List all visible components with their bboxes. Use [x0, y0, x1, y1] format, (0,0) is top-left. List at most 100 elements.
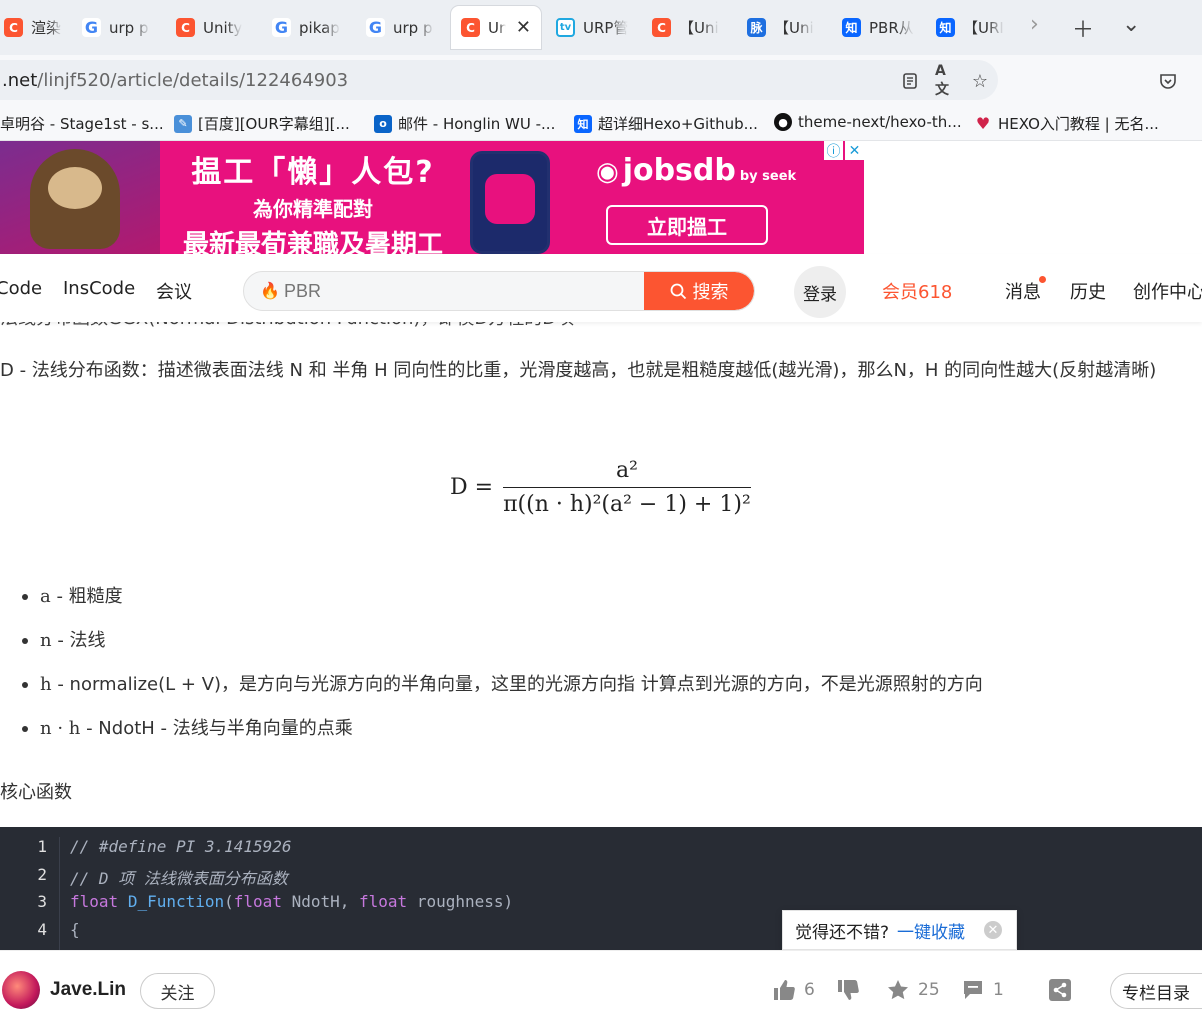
- like-button[interactable]: 6: [772, 978, 815, 1002]
- reader-mode-icon[interactable]: [900, 71, 920, 91]
- address-bar[interactable]: .net/linjf520/article/details/122464903: [0, 60, 998, 100]
- bookmark-item[interactable]: 卓明谷 - Stage1st - s...: [0, 113, 164, 134]
- tab-scroll-right-icon[interactable]: ›: [1030, 12, 1039, 37]
- tab-title: 【URI: [963, 19, 1004, 37]
- code-keyword: float: [233, 892, 282, 911]
- line-number: 1: [37, 837, 47, 856]
- github-icon: ●: [774, 113, 792, 131]
- bookmark-item[interactable]: ✎ [百度][OUR字幕组][...: [174, 113, 350, 134]
- follow-button[interactable]: 关注: [140, 973, 215, 1009]
- google-icon: G: [272, 18, 291, 37]
- maimai-icon: 脉: [747, 18, 766, 37]
- tab-title: 渲染务: [31, 19, 62, 37]
- formula-fraction: a² π((n · h)²(a² − 1) + 1)²: [503, 458, 751, 517]
- line-number: 2: [37, 864, 47, 884]
- browser-tab[interactable]: C Unity: [166, 6, 256, 49]
- bookmark-label: theme-next/hexo-th...: [798, 113, 962, 131]
- messages-link[interactable]: 消息: [1005, 278, 1041, 304]
- ad-close-icon[interactable]: ✕: [845, 141, 864, 160]
- code-token: (: [224, 892, 234, 911]
- ad-info-icon[interactable]: ⓘ: [824, 141, 843, 160]
- tab-list-chevron-icon[interactable]: ⌄: [1122, 12, 1140, 37]
- author-name[interactable]: Jave.Lin: [50, 979, 126, 1001]
- vip-link[interactable]: 会员618: [882, 278, 952, 304]
- pocket-icon[interactable]: [1158, 71, 1178, 91]
- browser-tab[interactable]: C 【Uni: [642, 6, 734, 49]
- browser-tab[interactable]: 知 【URI: [926, 6, 1018, 49]
- symbol: n · h: [40, 718, 81, 739]
- bookmark-label: 邮件 - Honglin WU -...: [398, 115, 556, 133]
- csdn-icon: C: [461, 18, 480, 37]
- browser-tab[interactable]: G urp pi: [72, 6, 160, 49]
- search-button-label: 搜索: [692, 282, 729, 303]
- code-line: // D 项 法线微表面分布函数: [70, 868, 288, 888]
- bookmark-item[interactable]: ● theme-next/hexo-th...: [774, 113, 962, 131]
- translate-icon[interactable]: A文: [935, 63, 955, 98]
- article-body: 法线分布函数GGX(Normal Distribution Function)，…: [0, 300, 1202, 828]
- comment-button[interactable]: 1: [961, 978, 1004, 1002]
- formula-numerator: a²: [615, 458, 638, 483]
- search-input[interactable]: [284, 272, 644, 310]
- symbol-desc: - NdotH - 法线与半角向量的点乘: [80, 718, 353, 739]
- browser-tab-active[interactable]: C Uni ✕: [451, 6, 541, 49]
- search-button[interactable]: 搜索: [644, 272, 754, 310]
- new-tab-icon[interactable]: ＋: [1072, 12, 1094, 44]
- browser-tab[interactable]: G pikap: [262, 6, 350, 49]
- tab-title: Uni: [488, 18, 506, 37]
- bookmark-item[interactable]: o 邮件 - Honglin WU -...: [374, 113, 555, 134]
- ad-brand: ◉ jobsdb by seek: [596, 153, 796, 188]
- nav-code[interactable]: Code: [0, 278, 42, 299]
- url-host: .net: [2, 69, 38, 91]
- browser-tab[interactable]: tv URP管: [546, 6, 638, 49]
- tab-title: Unity: [203, 18, 243, 37]
- code-line: {: [70, 919, 80, 939]
- history-link[interactable]: 历史: [1070, 278, 1106, 304]
- avatar[interactable]: [2, 971, 40, 1009]
- csdn-icon: C: [4, 18, 23, 37]
- bookmarks-bar: 卓明谷 - Stage1st - s... ✎ [百度][OUR字幕组][...…: [0, 107, 1202, 141]
- list-item: n · h - NdotH - 法线与半角向量的点乘: [22, 712, 983, 756]
- nav-meeting[interactable]: 会议: [156, 278, 192, 304]
- ad-brand-sub: by seek: [739, 169, 797, 184]
- favorite-star-icon[interactable]: ☆: [970, 71, 990, 92]
- thumbs-down-icon: [838, 980, 859, 1000]
- ad-tagline: 最新最荀兼職及暑期工: [182, 230, 443, 254]
- ad-cta-button[interactable]: 立即搵工: [606, 205, 768, 245]
- nav-inscode[interactable]: InsCode: [63, 278, 135, 299]
- url-path: /linjf520/article/details/122464903: [37, 69, 349, 91]
- bookmark-item[interactable]: 知 超详细Hexo+Github...: [574, 113, 758, 134]
- dislike-button[interactable]: [836, 978, 860, 1002]
- one-click-collect-link[interactable]: 一键收藏: [897, 918, 965, 943]
- favorite-count: 25: [918, 980, 940, 1000]
- share-button[interactable]: [1048, 978, 1072, 1002]
- symbol: n: [40, 630, 52, 651]
- column-directory-button[interactable]: 专栏目录: [1110, 973, 1202, 1009]
- symbol-desc: - 粗糙度: [50, 586, 123, 607]
- core-function-heading: 核心函数: [0, 782, 72, 803]
- close-tab-icon[interactable]: ✕: [516, 17, 531, 38]
- jobsdb-logo-icon: ◉: [596, 157, 619, 187]
- bookmark-label: [百度][OUR字幕组][...: [198, 115, 350, 133]
- browser-tab[interactable]: 脉 【Uni: [737, 6, 829, 49]
- code-keyword: float: [70, 892, 119, 911]
- code-line: // #define PI 3.1415926: [70, 837, 292, 856]
- creator-center-link[interactable]: 创作中心: [1133, 278, 1202, 304]
- ad-mascot-panel: [0, 141, 160, 254]
- ad-banner[interactable]: 揾工「懶」人包? 為你精準配對 最新最荀兼職及暑期工 ◉ jobsdb by s…: [0, 141, 864, 254]
- login-button[interactable]: 登录: [794, 266, 846, 318]
- star-icon: [888, 980, 908, 1000]
- ad-copy: 揾工「懶」人包? 為你精準配對 最新最荀兼職及暑期工: [178, 147, 448, 254]
- favorite-button[interactable]: 25: [886, 978, 940, 1002]
- browser-tab[interactable]: G urp pi: [356, 6, 444, 49]
- zhihu-icon: 知: [574, 114, 592, 133]
- notification-dot: [1039, 276, 1046, 283]
- code-block[interactable]: 1 2 3 4 // #define PI 3.1415926 // D 项 法…: [0, 827, 1202, 950]
- tab-title: 【Uni: [774, 19, 814, 37]
- bookmark-item[interactable]: ♥ HEXO入门教程 | 无名...: [974, 113, 1159, 134]
- csdn-toolbar: Code InsCode 会议 🔥 搜索 登录 会员618 消息 历史 创作中心: [0, 254, 1202, 322]
- close-tooltip-icon[interactable]: ✕: [984, 921, 1002, 939]
- bookmark-label: 超详细Hexo+Github...: [598, 115, 758, 133]
- browser-tab[interactable]: 知 PBR从: [832, 6, 924, 49]
- browser-tab[interactable]: C 渲染务: [0, 6, 72, 49]
- tab-title: urp pi: [109, 18, 150, 37]
